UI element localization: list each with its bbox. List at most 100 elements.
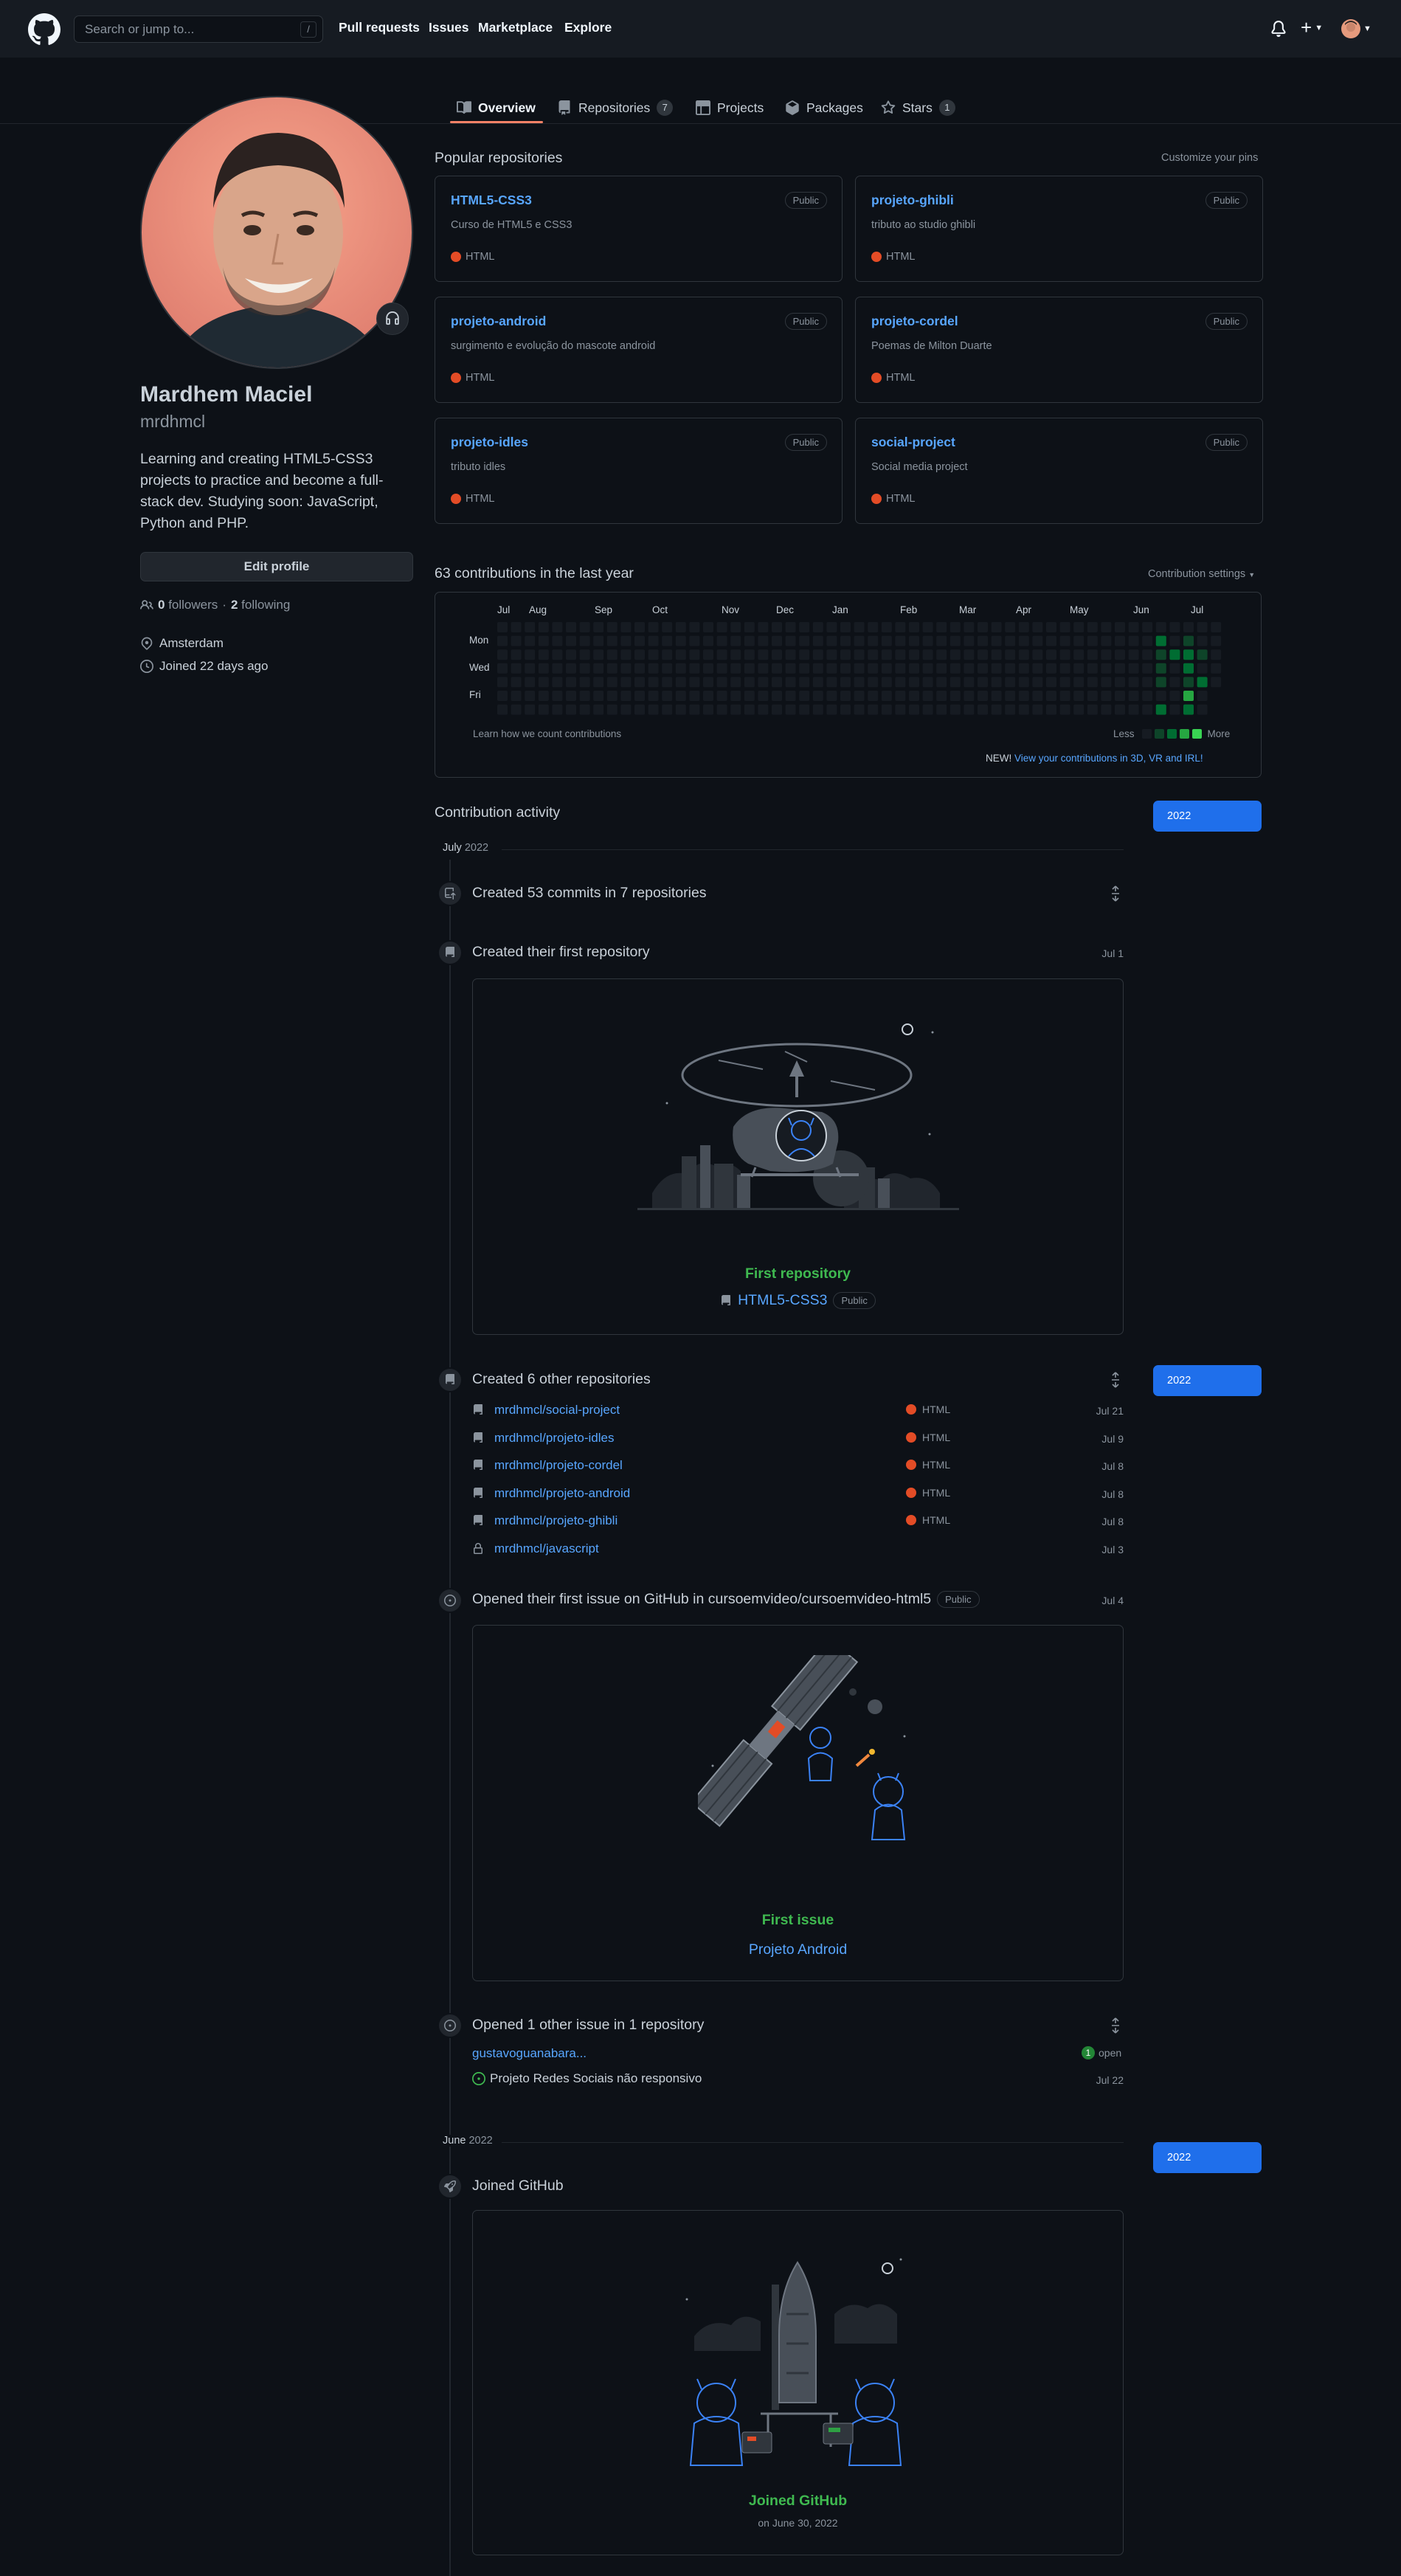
contribution-day-cell[interactable] (1073, 663, 1085, 674)
contribution-day-cell[interactable] (662, 691, 673, 701)
contribution-day-cell[interactable] (1197, 704, 1208, 715)
contribution-day-cell[interactable] (579, 704, 590, 715)
contribution-day-cell[interactable] (1018, 691, 1029, 701)
contribution-day-cell[interactable] (949, 622, 961, 632)
repo-card-name[interactable]: projeto-cordel (871, 314, 958, 329)
contribution-day-cell[interactable] (1128, 622, 1139, 632)
contribution-day-cell[interactable] (1169, 691, 1180, 701)
contribution-day-cell[interactable] (689, 663, 700, 674)
contribution-day-cell[interactable] (895, 635, 906, 646)
contribution-day-cell[interactable] (593, 649, 604, 660)
contribution-day-cell[interactable] (648, 704, 659, 715)
search-input[interactable]: Search or jump to... / (74, 15, 323, 43)
contribution-day-cell[interactable] (922, 704, 933, 715)
nav-pull-requests[interactable]: Pull requests (339, 20, 420, 35)
contribution-day-cell[interactable] (497, 663, 508, 674)
contribution-day-cell[interactable] (840, 704, 851, 715)
bell-icon[interactable] (1270, 20, 1287, 38)
contribution-day-cell[interactable] (1142, 677, 1153, 688)
contribution-day-cell[interactable] (675, 691, 686, 701)
contribution-day-cell[interactable] (1018, 704, 1029, 715)
contribution-day-cell[interactable] (758, 622, 769, 632)
contribution-day-cell[interactable] (525, 635, 536, 646)
contribution-day-cell[interactable] (620, 691, 632, 701)
nav-explore[interactable]: Explore (564, 20, 612, 35)
contribution-day-cell[interactable] (703, 635, 713, 646)
contribution-day-cell[interactable] (1183, 691, 1194, 701)
contribution-day-cell[interactable] (909, 635, 919, 646)
repo-card-name[interactable]: projeto-idles (451, 435, 528, 450)
tab-packages[interactable]: Packages (785, 92, 863, 123)
contribution-day-cell[interactable] (799, 691, 810, 701)
contribution-day-cell[interactable] (772, 691, 782, 701)
contribution-day-cell[interactable] (606, 691, 618, 701)
contribution-day-cell[interactable] (1183, 677, 1194, 688)
contribution-day-cell[interactable] (525, 704, 536, 715)
contribution-day-cell[interactable] (703, 663, 713, 674)
contribution-day-cell[interactable] (991, 677, 1002, 688)
contribution-day-cell[interactable] (949, 677, 961, 688)
tab-overview[interactable]: Overview (457, 92, 536, 123)
contribution-day-cell[interactable] (538, 691, 549, 701)
contribution-day-cell[interactable] (868, 691, 879, 701)
contribution-day-cell[interactable] (922, 691, 933, 701)
contribution-day-cell[interactable] (525, 691, 536, 701)
contribution-day-cell[interactable] (1073, 691, 1085, 701)
contribution-day-cell[interactable] (538, 704, 549, 715)
contribution-day-cell[interactable] (812, 677, 823, 688)
contribution-day-cell[interactable] (1115, 691, 1125, 701)
contribution-day-cell[interactable] (566, 704, 576, 715)
contribution-day-cell[interactable] (991, 649, 1002, 660)
contribution-day-cell[interactable] (579, 635, 590, 646)
contribution-day-cell[interactable] (1073, 635, 1085, 646)
contribution-day-cell[interactable] (1018, 622, 1029, 632)
contribution-day-cell[interactable] (566, 635, 576, 646)
contribution-day-cell[interactable] (525, 622, 536, 632)
github-logo-icon[interactable] (28, 13, 60, 46)
other-issue-item[interactable]: Projeto Redes Sociais não responsivo (472, 2071, 702, 2086)
contribution-day-cell[interactable] (1169, 677, 1180, 688)
contribution-day-cell[interactable] (758, 635, 769, 646)
following-link[interactable]: 2 following (231, 598, 290, 612)
contribution-day-cell[interactable] (991, 663, 1002, 674)
contribution-day-cell[interactable] (1211, 635, 1222, 646)
contribution-day-cell[interactable] (1197, 691, 1208, 701)
contribution-day-cell[interactable] (785, 691, 796, 701)
contribution-day-cell[interactable] (1046, 677, 1056, 688)
contribution-day-cell[interactable] (799, 677, 810, 688)
contribution-day-cell[interactable] (579, 691, 590, 701)
contribution-day-cell[interactable] (895, 649, 906, 660)
contribution-day-cell[interactable] (1183, 663, 1194, 674)
contribution-day-cell[interactable] (662, 649, 673, 660)
contribution-day-cell[interactable] (675, 704, 686, 715)
contribution-day-cell[interactable] (1142, 663, 1153, 674)
contribution-day-cell[interactable] (1073, 677, 1085, 688)
contribution-day-cell[interactable] (511, 635, 522, 646)
repo-card-name[interactable]: projeto-android (451, 314, 546, 329)
contribution-day-cell[interactable] (634, 649, 645, 660)
customize-pins-link[interactable]: Customize your pins (1161, 152, 1258, 164)
contribution-day-cell[interactable] (785, 677, 796, 688)
contribution-day-cell[interactable] (538, 622, 549, 632)
contribution-day-cell[interactable] (1059, 691, 1070, 701)
contribution-day-cell[interactable] (964, 677, 975, 688)
contribution-day-cell[interactable] (716, 691, 727, 701)
contribution-day-cell[interactable] (936, 677, 947, 688)
contribution-day-cell[interactable] (1046, 663, 1056, 674)
contribution-day-cell[interactable] (1032, 704, 1043, 715)
contribution-day-cell[interactable] (511, 649, 522, 660)
followers-link[interactable]: 0 followers (158, 598, 218, 612)
contribution-day-cell[interactable] (620, 677, 632, 688)
contribution-day-cell[interactable] (854, 622, 865, 632)
contribution-day-cell[interactable] (1155, 649, 1166, 660)
repo-list-name[interactable]: mrdhmcl/social-project (494, 1403, 620, 1418)
contribution-day-cell[interactable] (826, 691, 837, 701)
contribution-day-cell[interactable] (881, 649, 892, 660)
contribution-day-cell[interactable] (1155, 704, 1166, 715)
learn-contributions-link[interactable]: Learn how we count contributions (473, 728, 621, 739)
contribution-day-cell[interactable] (593, 635, 604, 646)
contribution-day-cell[interactable] (744, 622, 755, 632)
contribution-day-cell[interactable] (538, 649, 549, 660)
repo-card-name[interactable]: social-project (871, 435, 955, 450)
contribution-day-cell[interactable] (689, 677, 700, 688)
